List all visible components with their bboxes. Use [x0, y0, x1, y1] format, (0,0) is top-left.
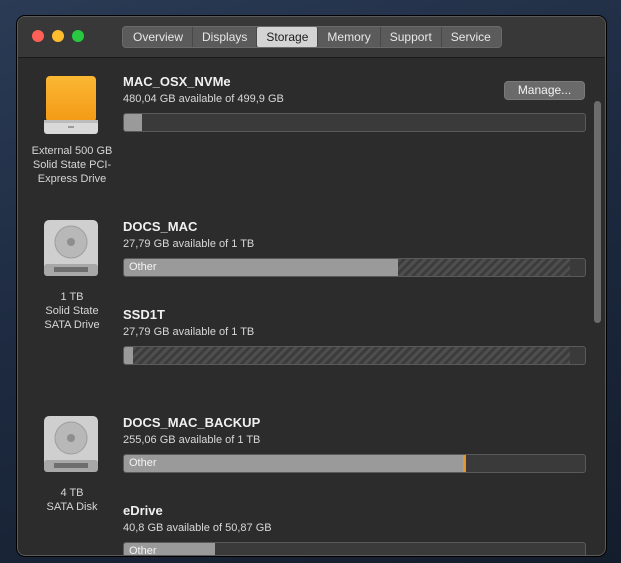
drive-caption-line: 1 TB	[60, 291, 84, 303]
drive-caption-line: Solid State	[45, 305, 99, 317]
zoom-button[interactable]	[72, 30, 84, 42]
storage-bar: Other	[123, 454, 586, 473]
storage-content: External 500 GB Solid State PCI- Express…	[18, 58, 605, 555]
external-ssd-orange-icon	[44, 76, 98, 134]
system-information-window: Overview Displays Storage Memory Support…	[17, 16, 606, 556]
tab-service[interactable]: Service	[442, 27, 500, 47]
drive-caption: 1 TB Solid State SATA Drive	[22, 290, 122, 332]
used-segment	[124, 259, 399, 276]
drive-caption-line: SATA Drive	[44, 319, 100, 331]
volume-available: 27,79 GB available of 1 TB	[123, 326, 255, 338]
other-volumes-segment	[133, 347, 570, 364]
minimize-button[interactable]	[52, 30, 64, 42]
segment-label: Other	[129, 545, 157, 556]
tab-bar: Overview Displays Storage Memory Support…	[122, 26, 502, 48]
segment-label: Other	[129, 457, 157, 469]
volume-available: 27,79 GB available of 1 TB	[123, 238, 255, 250]
tab-overview[interactable]: Overview	[124, 27, 194, 47]
drive-caption-line: Express Drive	[37, 173, 107, 185]
title-bar: Overview Displays Storage Memory Support…	[18, 17, 605, 58]
tab-memory[interactable]: Memory	[318, 27, 381, 47]
volume-name: MAC_OSX_NVMe	[123, 74, 231, 89]
storage-bar	[123, 346, 586, 365]
storage-bar: Other	[123, 542, 586, 556]
segment-label: Other	[129, 261, 157, 273]
storage-bar	[123, 113, 586, 132]
volume-name: SSD1T	[123, 307, 165, 322]
used-segment	[124, 347, 134, 364]
vertical-scrollbar[interactable]	[594, 101, 601, 323]
volume-available: 40,8 GB available of 50,87 GB	[123, 522, 272, 534]
drive-caption: 4 TB SATA Disk	[22, 486, 122, 514]
storage-bar: Other	[123, 258, 586, 277]
tab-displays[interactable]: Displays	[193, 27, 258, 47]
drive-caption-line: Solid State PCI-	[32, 159, 112, 171]
drive-caption-line: SATA Disk	[46, 501, 98, 513]
tab-storage[interactable]: Storage	[257, 27, 319, 47]
other-volumes-segment	[398, 259, 570, 276]
orange-segment	[462, 455, 466, 472]
manage-button[interactable]: Manage...	[504, 81, 585, 100]
internal-hard-drive-icon	[44, 416, 98, 472]
volume-available: 480,04 GB available of 499,9 GB	[123, 93, 284, 105]
used-segment	[124, 114, 143, 131]
volume-name: DOCS_MAC_BACKUP	[123, 415, 261, 430]
drive-caption: External 500 GB Solid State PCI- Express…	[22, 144, 122, 186]
used-segment	[124, 455, 463, 472]
volume-name: eDrive	[123, 503, 163, 518]
drive-caption-line: 4 TB	[60, 487, 84, 499]
volume-name: DOCS_MAC	[123, 219, 198, 234]
internal-hard-drive-icon	[44, 220, 98, 276]
close-button[interactable]	[32, 30, 44, 42]
tab-support[interactable]: Support	[381, 27, 442, 47]
volume-available: 255,06 GB available of 1 TB	[123, 434, 261, 446]
drive-caption-line: External 500 GB	[31, 145, 113, 157]
